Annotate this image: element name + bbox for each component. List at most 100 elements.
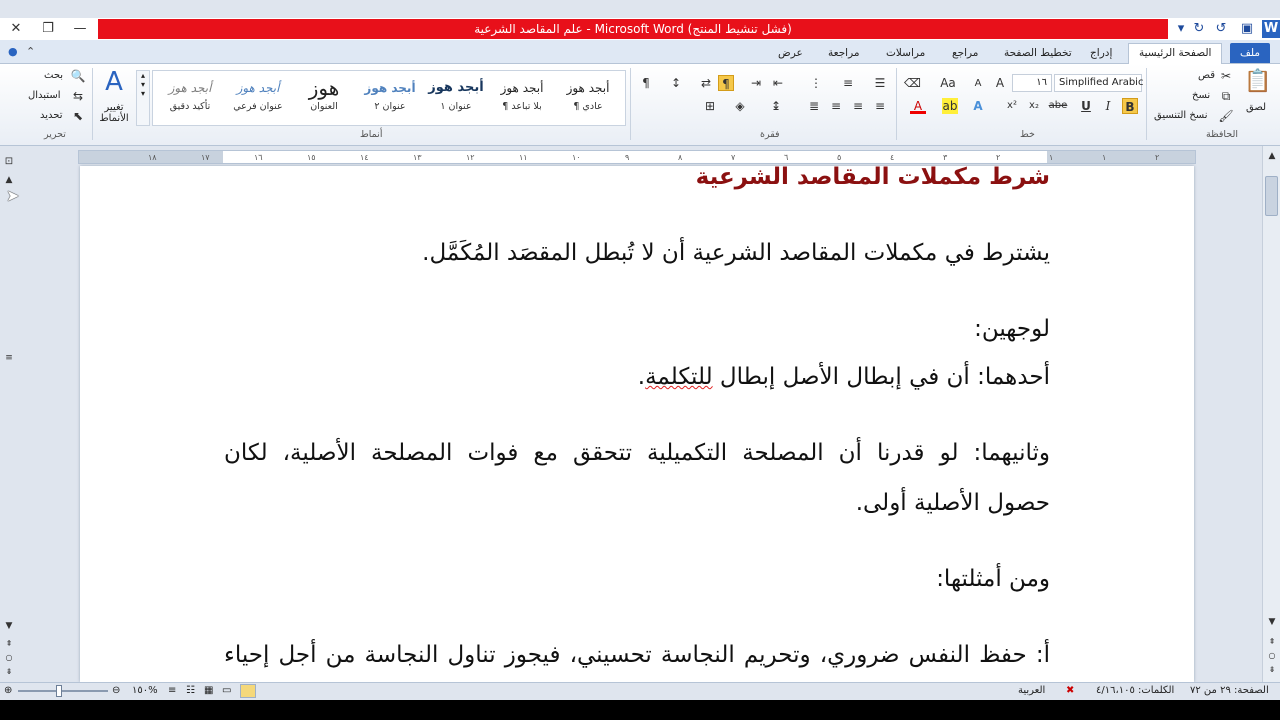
text-effects-icon[interactable]: A (970, 98, 986, 114)
zoom-slider[interactable] (18, 690, 108, 692)
ltr-direction-icon[interactable]: ⇄ (698, 75, 714, 91)
style-no-spacing[interactable]: أبجد هوز ¶ بلا تباعد (489, 75, 555, 123)
scroll-down-arrow-icon[interactable]: ▼ (1264, 614, 1280, 630)
tab-mailings[interactable]: مراسلات (886, 44, 925, 64)
tab-references[interactable]: مراجع (952, 44, 978, 64)
ruler-tick-label: ١٦ (254, 153, 263, 162)
style-heading-1[interactable]: أبجد هوز عنوان ١ (423, 75, 489, 123)
word-count[interactable]: الكلمات: ٤/١٦،١٠٥ (1096, 685, 1174, 696)
minimize-window-icon[interactable]: — (66, 18, 94, 40)
next-page-arrow-icon[interactable]: ⇟ (1264, 662, 1280, 678)
rtl-direction-icon[interactable]: ¶ (718, 75, 734, 91)
zoom-slider-thumb[interactable] (56, 685, 62, 697)
clear-formatting-icon[interactable]: ⌫ (904, 75, 921, 91)
scroll-up-arrow-icon[interactable]: ▲ (1264, 148, 1280, 164)
style-normal[interactable]: أبجد هوز ¶ عادي (555, 75, 621, 123)
vertical-scrollbar[interactable]: ▲ ▼ ⇞ ○ ⇟ (1262, 146, 1280, 682)
style-title[interactable]: هوز العنوان (291, 75, 357, 123)
subscript-icon[interactable]: x₂ (1026, 98, 1042, 114)
justify-icon[interactable]: ≣ (806, 98, 822, 114)
find-button[interactable]: بحث (44, 70, 63, 81)
line-spacing-icon[interactable]: ↨ (768, 98, 784, 114)
multilevel-list-icon[interactable]: ⋮ (808, 75, 824, 91)
tab-page-layout[interactable]: تخطيط الصفحة (1004, 44, 1072, 64)
ruler-tick-label: ٦ (784, 153, 789, 162)
bullets-icon[interactable]: ☰ (872, 75, 888, 91)
ruler-toggle-icon[interactable]: ⊡ (1, 154, 17, 170)
replace-button[interactable]: استبدال (28, 90, 61, 101)
save-icon[interactable]: ▣ (1238, 20, 1256, 38)
draft-view-icon[interactable]: ≡ (168, 685, 176, 696)
word-logo-icon[interactable]: W (1262, 20, 1280, 38)
spelling-error[interactable]: للتكلمة (645, 364, 713, 390)
select-button[interactable]: تحديد (40, 110, 63, 121)
change-styles-button[interactable]: تغيير الأنماط (96, 102, 132, 124)
shading-icon[interactable]: ◈ (732, 98, 748, 114)
redo-icon[interactable]: ↻ (1190, 20, 1208, 38)
paste-button[interactable]: لصق (1246, 102, 1266, 113)
restore-window-icon[interactable]: ❐ (34, 18, 62, 40)
underline-button[interactable]: U (1078, 98, 1094, 114)
undo-icon[interactable]: ↺ (1212, 20, 1230, 38)
font-color-icon[interactable]: A (910, 98, 926, 114)
web-layout-view-icon[interactable]: ▦ (204, 685, 213, 696)
page-count[interactable]: الصفحة: ٢٩ من ٧٢ (1190, 685, 1269, 696)
split-handle-icon[interactable]: ≡ (1, 350, 17, 366)
customize-qat-icon[interactable]: ▾ (1172, 20, 1190, 38)
ruler-tick-label: ١ (1049, 153, 1054, 162)
superscript-icon[interactable]: x² (1004, 98, 1020, 114)
align-right-icon[interactable]: ≡ (872, 98, 888, 114)
highlight-icon[interactable]: ab (942, 98, 958, 114)
sort-icon[interactable]: ↕ (668, 75, 684, 91)
style-heading-2[interactable]: أبجد هوز عنوان ٢ (357, 75, 423, 123)
tab-insert[interactable]: إدراج (1090, 44, 1112, 64)
align-left-icon[interactable]: ≡ (828, 98, 844, 114)
cut-button[interactable]: قص (1198, 70, 1215, 81)
grow-font-icon[interactable]: A (992, 75, 1008, 91)
document-page[interactable]: شرط مكملات المقاصد الشرعية يشترط في مكمل… (80, 166, 1194, 682)
decrease-indent-icon[interactable]: ⇤ (770, 75, 786, 91)
outline-view-icon[interactable]: ☷ (186, 685, 195, 696)
zoom-out-icon[interactable]: ⊖ (112, 685, 120, 696)
next-page-icon[interactable]: ⇟ (1, 664, 17, 680)
zoom-level[interactable]: ١٥٠% (132, 685, 158, 696)
tab-review[interactable]: مراجعة (828, 44, 860, 64)
styles-gallery-scroll[interactable]: ▴ ▾ ▾ (136, 70, 150, 126)
strikethrough-button[interactable]: abe (1046, 98, 1070, 114)
help-icon[interactable]: ● (8, 45, 18, 58)
full-screen-view-icon[interactable]: ▭ (222, 685, 231, 696)
align-center-icon[interactable]: ≡ (850, 98, 866, 114)
horizontal-ruler[interactable]: ٢ ١ ١ ٢ ٣ ٤ ٥ ٦ ٧ ٨ ٩ ١٠ ١١ ١٢ ١٣ ١٤ ١٥ ١٦ ١٧ ١٨ (78, 150, 1196, 164)
scroll-thumb[interactable] (1265, 176, 1278, 216)
minimize-ribbon-icon[interactable]: ⌃ (26, 45, 35, 58)
left-strip: ⊡ ▲ ≡ ▼ ⇞ ○ ⇟ (0, 146, 18, 682)
print-layout-view-icon[interactable] (240, 684, 256, 698)
style-subtle-emphasis[interactable]: أبجد هوز تأكيد دقيق (157, 75, 223, 123)
proofing-icon[interactable]: ✖ (1066, 685, 1074, 696)
doc-paragraph: أحدهما: أن في إبطال الأصل إبطال للتكلمة. (637, 364, 1050, 390)
screen-bottom-band (0, 700, 1280, 720)
increase-indent-icon[interactable]: ⇥ (748, 75, 764, 91)
ruler-tick-label: ١٤ (360, 153, 369, 162)
show-marks-icon[interactable]: ¶ (638, 75, 654, 91)
tab-home[interactable]: الصفحة الرئيسية (1128, 43, 1223, 65)
copy-button[interactable]: نسخ (1192, 90, 1210, 101)
paste-icon[interactable]: 📋 (1244, 68, 1272, 96)
style-subtitle[interactable]: أبجد هوز عنوان فرعي (225, 75, 291, 123)
bold-button[interactable]: B (1122, 98, 1138, 114)
close-window-icon[interactable]: ✕ (2, 18, 30, 40)
italic-button[interactable]: I (1100, 98, 1116, 114)
borders-icon[interactable]: ⊞ (702, 98, 718, 114)
font-name-combo[interactable]: Simplified Arabic (1054, 74, 1143, 92)
change-case-icon[interactable]: Aa (940, 75, 956, 91)
font-size-combo[interactable]: ١٦ (1012, 74, 1052, 92)
tab-file[interactable]: ملف (1230, 43, 1270, 63)
status-bar: الصفحة: ٢٩ من ٧٢ الكلمات: ٤/١٦،١٠٥ ✖ الع… (0, 682, 1280, 700)
format-painter-button[interactable]: نسخ التنسيق (1154, 110, 1207, 121)
language-indicator[interactable]: العربية (1018, 685, 1045, 696)
numbering-icon[interactable]: ≡ (840, 75, 856, 91)
scroll-down-icon[interactable]: ▼ (1, 618, 17, 634)
tab-view[interactable]: عرض (778, 44, 803, 64)
shrink-font-icon[interactable]: A (970, 76, 986, 92)
zoom-in-icon[interactable]: ⊕ (4, 685, 12, 696)
